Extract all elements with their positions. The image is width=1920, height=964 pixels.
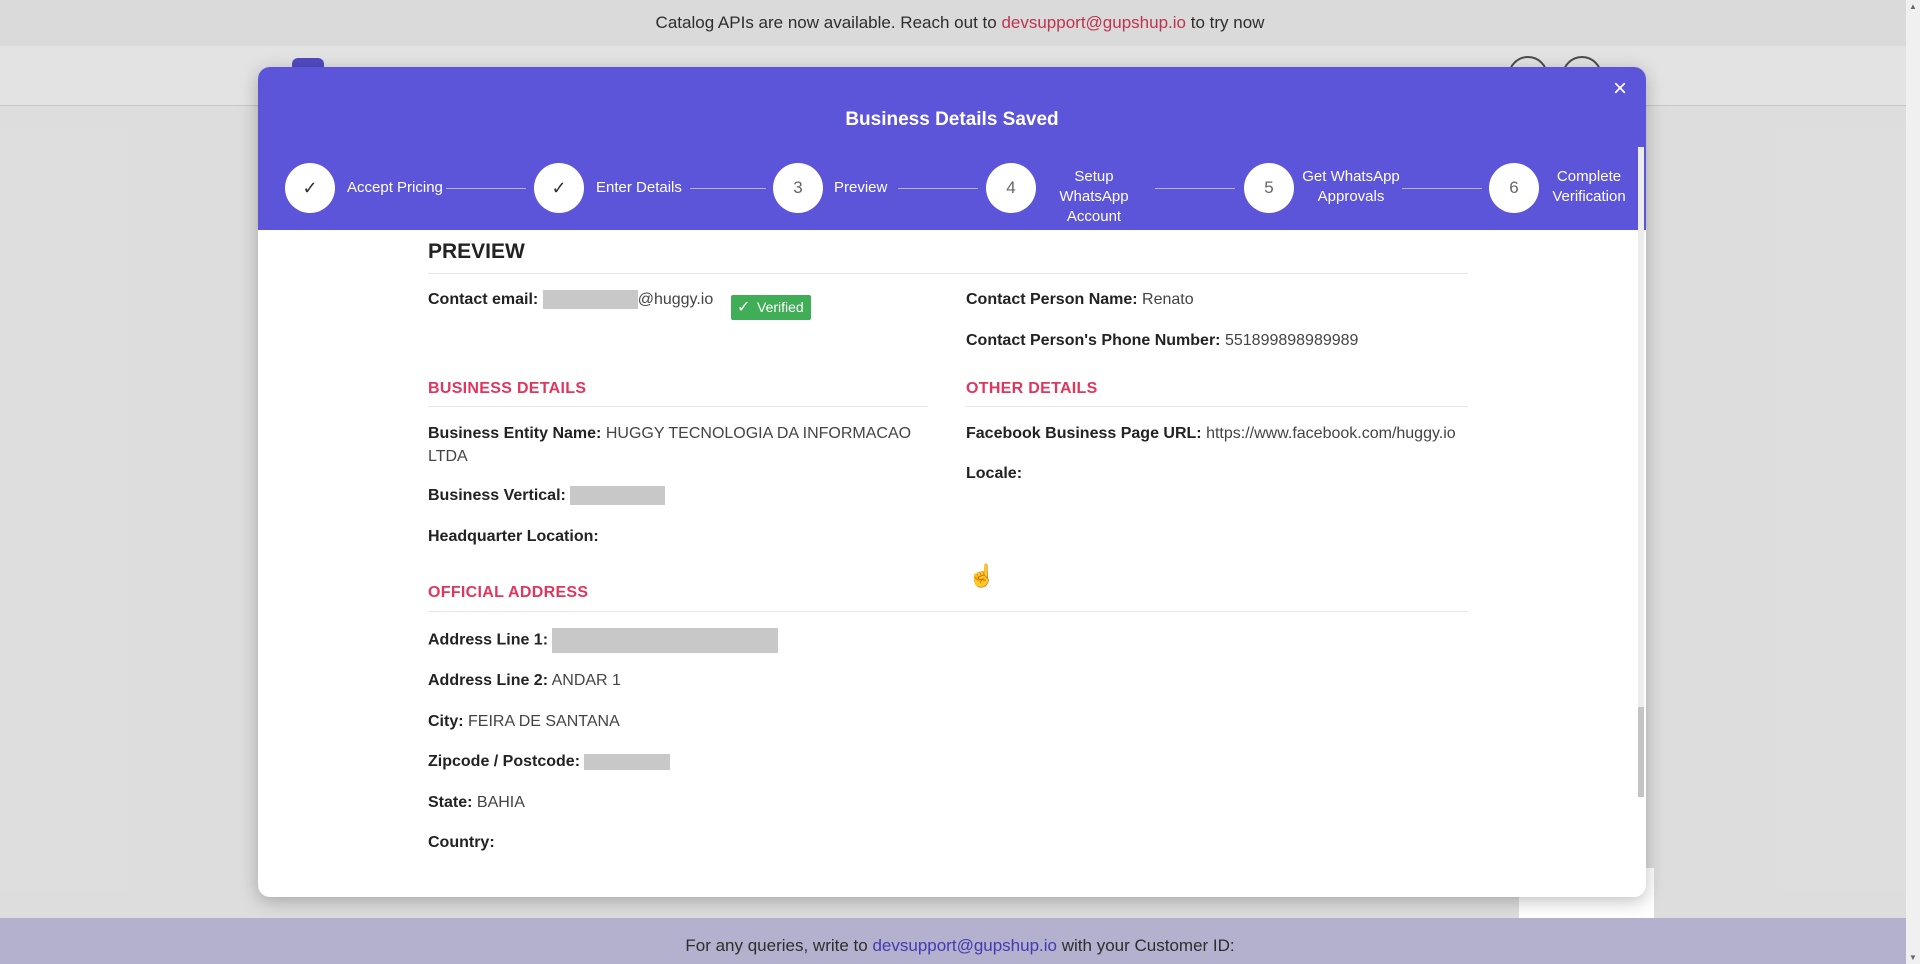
redacted-zipcode [584, 753, 671, 770]
divider [428, 273, 1468, 274]
step-2-done-icon: ✓ [534, 163, 584, 213]
contact-phone: 551899898989989 [1224, 332, 1359, 349]
step-6-label-line1: Complete [1556, 168, 1622, 185]
step-6-label-line2: Verification [1552, 188, 1626, 205]
step-4-label-line1: Setup WhatsApp [1059, 168, 1129, 205]
contact-phone-label: Contact Person's Phone Number: [966, 332, 1221, 349]
address-line-2: ANDAR 1 [551, 672, 621, 689]
step-connector [690, 188, 766, 189]
step-4-label-line2: Account [1066, 208, 1122, 225]
locale-label: Locale: [966, 465, 1023, 482]
step-3-label: Preview [834, 179, 888, 196]
business-entity-name-line2: LTDA [428, 448, 468, 465]
step-connector [1402, 188, 1482, 189]
step-2-label: Enter Details [596, 179, 682, 196]
address-line-1-field: Address Line 1: [428, 628, 779, 653]
state-row: State: BAHIA [428, 791, 525, 814]
modal-header: Business Details Saved × ✓ Accept Pricin… [258, 67, 1646, 230]
headquarter-location-label: Headquarter Location: [428, 528, 599, 545]
business-entity-name-label: Business Entity Name: [428, 425, 602, 442]
step-6-number: 6 [1489, 163, 1539, 213]
contact-email-domain: @huggy.io [637, 291, 714, 308]
step-5-number: 5 [1244, 163, 1294, 213]
step-5-label-line1: Get WhatsApp [1302, 168, 1400, 185]
close-icon[interactable]: × [1608, 77, 1632, 101]
contact-phone-row: Contact Person's Phone Number: 551899898… [966, 329, 1358, 352]
country-row: Country: [428, 831, 495, 854]
address-line-2-label: Address Line 2: [428, 672, 549, 689]
city-row: City: FEIRA DE SANTANA [428, 710, 620, 733]
address-line-2-row: Address Line 2: ANDAR 1 [428, 669, 621, 692]
country-label: Country: [428, 834, 495, 851]
preview-content: PREVIEW Contact email: @huggy.io ✓ Verif… [428, 230, 1468, 897]
modal-scrollbar-track[interactable] [1638, 147, 1644, 797]
step-6-label: Complete Verification [1544, 167, 1634, 207]
scroll-down-icon[interactable]: ▼ [1909, 953, 1917, 962]
city-label: City: [428, 713, 464, 730]
check-icon: ✓ [737, 299, 751, 316]
scroll-up-icon[interactable]: ▲ [1909, 2, 1917, 11]
redacted-address-line-1 [552, 628, 779, 653]
official-address-heading: OFFICIAL ADDRESS [428, 584, 589, 601]
divider [966, 406, 1468, 407]
facebook-page-row: Facebook Business Page URL: https://www.… [966, 422, 1456, 445]
verified-badge: ✓ Verified [731, 295, 811, 320]
step-connector [898, 188, 978, 189]
city: FEIRA DE SANTANA [468, 713, 620, 730]
facebook-page-label: Facebook Business Page URL: [966, 425, 1202, 442]
zipcode-label: Zipcode / Postcode: [428, 753, 581, 770]
state-label: State: [428, 794, 473, 811]
business-entity-name-row: Business Entity Name: HUGGY TECNOLOGIA D… [428, 422, 938, 468]
step-connector [1155, 188, 1235, 189]
zipcode-row: Zipcode / Postcode: [428, 750, 671, 773]
business-vertical-label: Business Vertical: [428, 487, 566, 504]
contact-person-name: Renato [1142, 291, 1194, 308]
divider [428, 406, 928, 407]
step-connector [446, 188, 526, 189]
modal-scrollbar-thumb[interactable] [1638, 707, 1644, 797]
page-scrollbar[interactable]: ▲ ▼ [1906, 0, 1920, 964]
locale-row: Locale: [966, 462, 1022, 485]
contact-person-name-label: Contact Person Name: [966, 291, 1138, 308]
address-line-1-label: Address Line 1: [428, 631, 549, 649]
modal-title: Business Details Saved [845, 109, 1059, 130]
verified-label: Verified [757, 299, 804, 315]
hand-cursor-icon: ☝ [968, 563, 996, 588]
step-4-label: Setup WhatsApp Account [1038, 167, 1150, 227]
redacted-vertical [570, 486, 666, 506]
step-5-label: Get WhatsApp Approvals [1298, 167, 1404, 207]
contact-email-label: Contact email: [428, 291, 539, 308]
business-vertical-row: Business Vertical: [428, 484, 666, 507]
preview-heading: PREVIEW [428, 240, 525, 263]
business-details-modal: Business Details Saved × ✓ Accept Pricin… [258, 67, 1646, 897]
business-entity-name-line1: HUGGY TECNOLOGIA DA INFORMACAO [605, 425, 912, 442]
business-details-heading: BUSINESS DETAILS [428, 380, 587, 397]
state: BAHIA [476, 794, 525, 811]
step-3-number: 3 [773, 163, 823, 213]
headquarter-location-row: Headquarter Location: [428, 525, 599, 548]
other-details-heading: OTHER DETAILS [966, 380, 1098, 397]
contact-person-name-row: Contact Person Name: Renato [966, 288, 1194, 311]
divider [428, 611, 1468, 612]
step-1-label: Accept Pricing [347, 179, 443, 196]
contact-email-row: Contact email: @huggy.io [428, 288, 713, 311]
redacted-email [542, 290, 638, 310]
step-1-done-icon: ✓ [285, 163, 335, 213]
facebook-page-url: https://www.facebook.com/huggy.io [1206, 425, 1456, 442]
step-4-number: 4 [986, 163, 1036, 213]
step-5-label-line2: Approvals [1317, 188, 1385, 205]
